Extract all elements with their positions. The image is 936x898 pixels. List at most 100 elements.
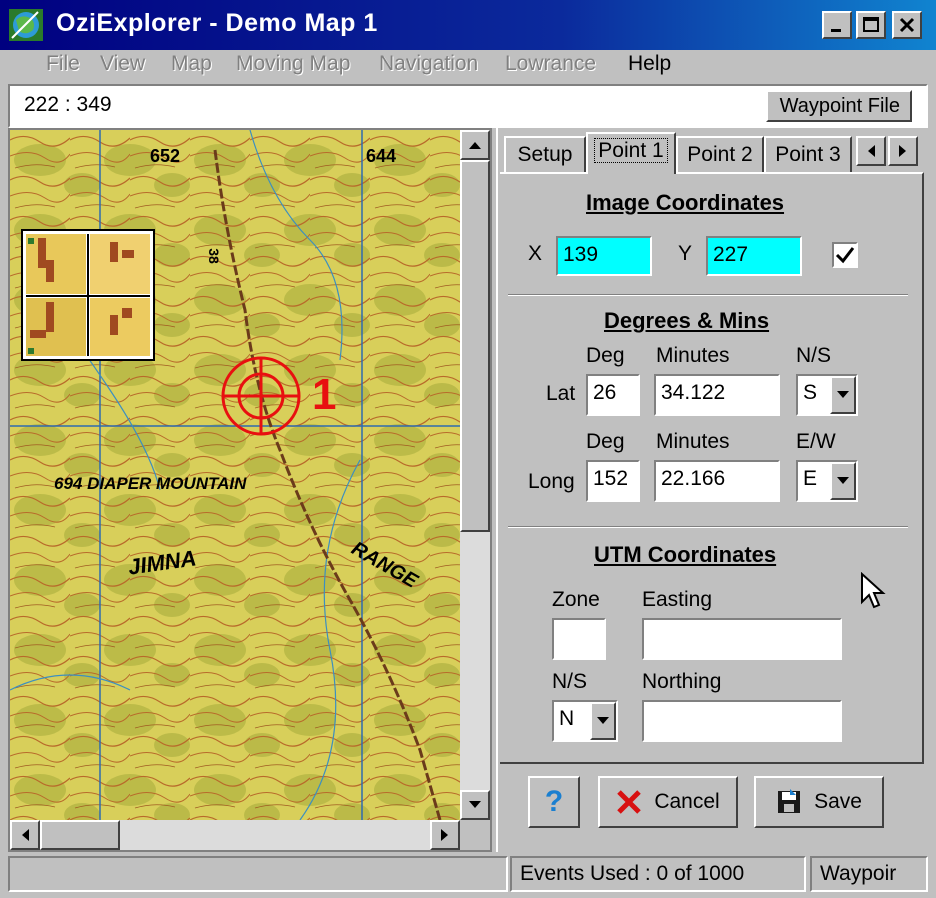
ozi-app-icon[interactable] bbox=[8, 8, 44, 42]
tab-point-1[interactable]: Point 1 bbox=[586, 132, 676, 174]
x-input[interactable]: 139 bbox=[556, 236, 652, 276]
status-events-used: Events Used : 0 of 1000 bbox=[510, 856, 806, 892]
zone-label: Zone bbox=[552, 588, 600, 611]
tab-point-2[interactable]: Point 2 bbox=[676, 136, 764, 172]
scroll-corner bbox=[460, 820, 490, 850]
save-button[interactable]: Save bbox=[754, 776, 884, 828]
lat-hemisphere-select[interactable]: S bbox=[796, 374, 858, 416]
arrow-up-icon bbox=[469, 142, 481, 149]
help-button[interactable]: ? bbox=[528, 776, 580, 828]
scroll-thumb-horizontal[interactable] bbox=[40, 820, 120, 850]
calibration-panel: Setup Point 1 Point 2 Point 3 Image Coor… bbox=[496, 128, 924, 852]
x-label: X bbox=[528, 242, 543, 265]
easting-input[interactable] bbox=[642, 618, 842, 660]
map-label-652: 652 bbox=[150, 146, 181, 166]
northing-input[interactable] bbox=[642, 700, 842, 742]
utm-ns-select[interactable]: N bbox=[552, 700, 618, 742]
chevron-down-icon bbox=[837, 391, 849, 398]
scroll-up-button[interactable] bbox=[460, 130, 490, 160]
ew-header: E/W bbox=[796, 430, 836, 453]
map-horizontal-scrollbar[interactable] bbox=[10, 820, 460, 850]
map-label-644: 644 bbox=[366, 146, 397, 166]
close-button[interactable] bbox=[892, 11, 922, 39]
checkmark-icon bbox=[835, 247, 855, 264]
save-label: Save bbox=[814, 790, 862, 813]
title-bar: OziExplorer - Demo Map 1 bbox=[0, 0, 936, 50]
y-input[interactable]: 227 bbox=[706, 236, 802, 276]
menu-navigation[interactable]: Navigation bbox=[379, 52, 478, 76]
tab-scroll-right-button[interactable] bbox=[888, 136, 918, 166]
tab-point-3[interactable]: Point 3 bbox=[764, 136, 852, 172]
lat-deg-header: Deg bbox=[586, 344, 625, 367]
tab-scroll-left-button[interactable] bbox=[856, 136, 886, 166]
calibration-marker bbox=[221, 356, 301, 436]
menu-view[interactable]: View bbox=[100, 52, 145, 76]
map-vertical-scrollbar[interactable] bbox=[460, 130, 490, 820]
menu-bar: File View Map Moving Map Navigation Lowr… bbox=[0, 50, 936, 84]
point-enabled-checkbox[interactable] bbox=[832, 242, 858, 268]
deg-mins-heading: Degrees & Mins bbox=[604, 308, 770, 333]
arrow-left-icon bbox=[868, 145, 875, 157]
utm-ns-value: N bbox=[559, 707, 575, 730]
long-deg-input[interactable]: 152 bbox=[586, 460, 640, 502]
long-label: Long bbox=[528, 470, 575, 493]
tab-point-1-label: Point 1 bbox=[594, 138, 668, 163]
zone-input[interactable] bbox=[552, 618, 606, 660]
waypoint-file-button[interactable]: Waypoint File bbox=[766, 90, 912, 122]
lat-hemisphere-value: S bbox=[803, 381, 818, 404]
lat-hemisphere-dropdown-button[interactable] bbox=[830, 376, 856, 414]
arrow-right-icon bbox=[441, 829, 448, 841]
arrow-left-icon bbox=[22, 829, 29, 841]
arrow-right-icon bbox=[899, 145, 906, 157]
long-deg-header: Deg bbox=[586, 430, 625, 453]
status-panel-blank bbox=[8, 856, 508, 892]
separator bbox=[508, 294, 908, 296]
floppy-disk-icon bbox=[778, 789, 801, 813]
map-label-road-38: 38 bbox=[205, 248, 222, 264]
scroll-left-button[interactable] bbox=[10, 820, 40, 850]
scroll-thumb-vertical[interactable] bbox=[460, 160, 490, 532]
separator bbox=[508, 526, 908, 528]
menu-help[interactable]: Help bbox=[628, 52, 671, 76]
menu-moving-map[interactable]: Moving Map bbox=[236, 52, 350, 76]
status-mode: Waypoir bbox=[810, 856, 928, 892]
maximize-button[interactable] bbox=[856, 11, 886, 39]
arrow-down-icon bbox=[469, 801, 481, 808]
long-minutes-input[interactable]: 22.166 bbox=[654, 460, 780, 502]
utm-heading: UTM Coordinates bbox=[594, 542, 777, 567]
utm-ns-label: N/S bbox=[552, 670, 588, 693]
minimize-button[interactable] bbox=[822, 11, 852, 39]
long-minutes-header: Minutes bbox=[656, 430, 730, 453]
cancel-button[interactable]: Cancel bbox=[598, 776, 738, 828]
scroll-down-button[interactable] bbox=[460, 790, 490, 820]
lat-minutes-input[interactable]: 34.122 bbox=[654, 374, 780, 416]
calibration-point-number: 1 bbox=[312, 370, 337, 419]
window-title: OziExplorer - Demo Map 1 bbox=[56, 9, 378, 37]
red-x-icon bbox=[617, 790, 642, 814]
menu-file[interactable]: File bbox=[46, 52, 80, 76]
long-hemisphere-select[interactable]: E bbox=[796, 460, 858, 502]
menu-lowrance[interactable]: Lowrance bbox=[505, 52, 596, 76]
map-view[interactable]: 652 644 38 694 DIAPER MOUNTAIN JIMNA RAN… bbox=[10, 130, 460, 820]
mouse-pointer-icon bbox=[861, 572, 886, 609]
cancel-label: Cancel bbox=[654, 790, 720, 813]
minimize-icon bbox=[831, 29, 841, 32]
ns-header: N/S bbox=[796, 344, 832, 367]
menu-map[interactable]: Map bbox=[171, 52, 212, 76]
close-icon bbox=[899, 17, 915, 33]
long-hemisphere-dropdown-button[interactable] bbox=[830, 462, 856, 500]
map-label-diaper-mountain: 694 DIAPER MOUNTAIN bbox=[54, 474, 247, 493]
tab-setup[interactable]: Setup bbox=[504, 136, 586, 172]
coordinate-bar: 222 : 349 Waypoint File bbox=[8, 84, 928, 128]
long-hemisphere-value: E bbox=[803, 467, 818, 490]
lat-deg-input[interactable]: 26 bbox=[586, 374, 640, 416]
easting-label: Easting bbox=[642, 588, 713, 611]
utm-ns-dropdown-button[interactable] bbox=[590, 702, 616, 740]
help-icon: ? bbox=[544, 785, 564, 818]
scroll-right-button[interactable] bbox=[430, 820, 460, 850]
lat-minutes-header: Minutes bbox=[656, 344, 730, 367]
maximize-icon bbox=[863, 17, 879, 32]
northing-label: Northing bbox=[642, 670, 722, 693]
cursor-coordinates: 222 : 349 bbox=[24, 93, 112, 116]
chevron-down-icon bbox=[837, 477, 849, 484]
